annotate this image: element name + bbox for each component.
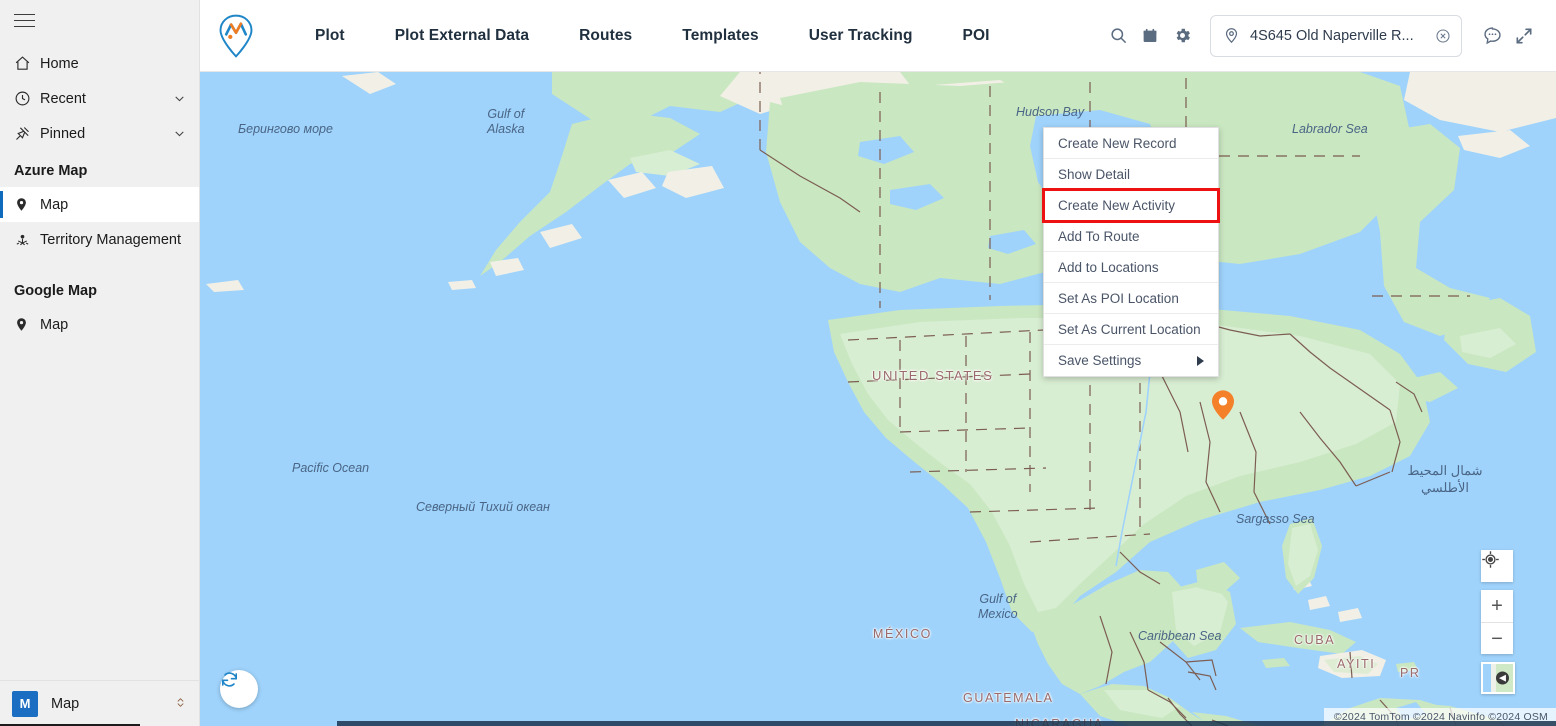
sidebar-group-title-azure-map: Azure Map [14,163,88,179]
map-canvas[interactable]: .land { fill:#c9e7c1; } .land2 { fill:#d… [200,72,1556,726]
context-menu-item-label: Show Detail [1058,166,1131,182]
context-menu-item-label: Set As Current Location [1058,321,1201,337]
nav-user-tracking[interactable]: User Tracking [784,27,938,45]
sidebar-item-pinned[interactable]: Pinned [0,116,199,151]
context-menu-item-label: Create New Record [1058,135,1177,151]
chat-bubble-icon[interactable] [1476,20,1508,52]
context-menu-item-set-as-poi-location[interactable]: Set As POI Location [1044,283,1218,314]
top-header: Plot Plot External Data Routes Templates… [200,0,1556,72]
primary-navigation: Plot Plot External Data Routes Templates… [290,27,1015,45]
sidebar-item-label: Home [40,55,79,72]
nav-poi[interactable]: POI [938,27,1015,45]
context-menu-item-set-as-current-location[interactable]: Set As Current Location [1044,314,1218,345]
expand-arrows-icon[interactable] [1508,20,1540,52]
hamburger-menu-button[interactable] [0,0,199,46]
context-menu-item-create-new-record[interactable]: Create New Record [1044,128,1218,159]
sidebar-item-home[interactable]: Home [0,46,199,81]
sidebar-item-label: Territory Management [40,231,182,248]
context-menu-item-label: Add to Locations [1058,259,1159,275]
nav-plot[interactable]: Plot [290,27,370,45]
location-search-box[interactable]: 4S645 Old Naperville R... [1210,14,1462,57]
locate-me-button[interactable] [1481,550,1513,582]
location-pin-icon [14,316,40,333]
chevron-down-icon[interactable] [171,92,187,105]
map-vector-layer: .land { fill:#c9e7c1; } .land2 { fill:#d… [206,72,1556,726]
nav-templates[interactable]: Templates [657,27,783,45]
context-menu-item-label: Create New Activity [1058,197,1176,213]
clock-icon [14,90,40,107]
header-actions: 4S645 Old Naperville R... [1102,14,1556,57]
context-menu-item-show-detail[interactable]: Show Detail [1044,159,1218,190]
search-input-value[interactable]: 4S645 Old Naperville R... [1250,28,1425,44]
application-root: Home Recent Pinned Azure Map Map Territo… [0,0,1556,726]
sidebar-item-label: Map [40,196,69,213]
sidebar-item-recent[interactable]: Recent [0,81,199,116]
context-menu-item-add-to-route[interactable]: Add To Route [1044,221,1218,252]
main-area: Plot Plot External Data Routes Templates… [200,0,1556,726]
sidebar-item-label: Pinned [40,125,86,142]
collapse-left-icon[interactable]: ◀ [1496,671,1509,685]
search-icon[interactable] [1102,20,1134,52]
left-sidebar: Home Recent Pinned Azure Map Map Territo… [0,0,200,726]
sidebar-item-google-map[interactable]: Map [0,307,199,342]
pin-icon [14,125,40,142]
sidebar-item-territory-management[interactable]: Territory Management [0,222,199,257]
zoom-in-label: + [1491,595,1503,617]
context-menu-item-create-new-activity[interactable]: Create New Activity [1042,188,1220,223]
calendar-icon[interactable] [1134,20,1166,52]
sidebar-item-label: Recent [40,90,86,107]
minimap-toggle[interactable]: ◀ [1481,662,1515,694]
refresh-map-button[interactable] [220,670,258,708]
location-pin-icon [1223,26,1240,45]
gear-icon[interactable] [1166,20,1198,52]
context-menu-item-add-to-locations[interactable]: Add to Locations [1044,252,1218,283]
hamburger-icon [14,14,35,32]
context-menu-item-save-settings[interactable]: Save Settings [1044,345,1218,376]
submenu-arrow-icon [1197,355,1204,366]
home-icon [14,55,40,72]
sidebar-group-title-google-map: Google Map [14,283,97,299]
map-context-menu: Create New Record Show Detail Create New… [1042,127,1220,377]
context-menu-item-label: Save Settings [1058,353,1142,368]
app-switcher-label: Map [51,695,80,712]
zoom-out-button[interactable]: − [1481,622,1513,654]
app-badge: M [12,690,38,717]
nav-routes[interactable]: Routes [554,27,657,45]
sidebar-item-label: Map [40,316,69,333]
horizontal-scrollbar[interactable] [200,720,1556,726]
territory-icon [14,231,40,248]
map-controls: + − ◀ [1481,550,1515,694]
up-down-chevron-icon[interactable] [174,694,187,714]
chevron-down-icon[interactable] [171,127,187,140]
clear-circle-icon[interactable] [1435,28,1451,44]
nav-plot-external-data[interactable]: Plot External Data [370,27,554,45]
sidebar-item-azure-map[interactable]: Map [0,187,199,222]
context-menu-item-label: Add To Route [1058,228,1140,244]
app-switcher[interactable]: M Map [0,680,199,726]
map-pin-logo[interactable] [200,14,272,58]
zoom-controls: + − [1481,590,1513,654]
context-menu-item-label: Set As POI Location [1058,290,1179,306]
location-pin-icon [14,196,40,213]
scrollbar-thumb[interactable] [337,721,1556,726]
zoom-out-label: − [1491,627,1503,650]
zoom-in-button[interactable]: + [1481,590,1513,622]
